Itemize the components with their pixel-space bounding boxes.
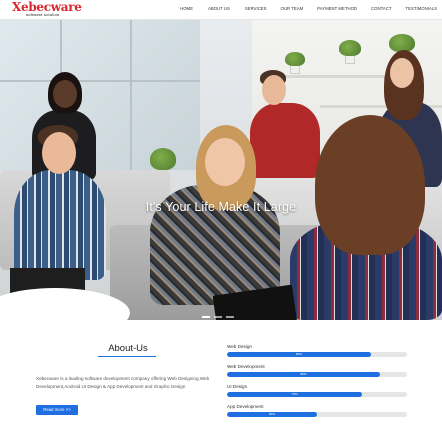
nav-item-about-us[interactable]: ABOUT US bbox=[208, 6, 230, 11]
slider-dots bbox=[202, 316, 234, 318]
nav-item-testimonials[interactable]: TESTIMONIALS bbox=[405, 6, 437, 11]
skill-item: UI Design 75% bbox=[226, 384, 408, 404]
skill-item: Web Design 80% bbox=[226, 344, 408, 364]
skill-percent-label: 50% bbox=[268, 412, 275, 416]
about-title-underline bbox=[98, 356, 156, 358]
skill-progress-track: 50% bbox=[227, 412, 407, 417]
nav-item-payment-method[interactable]: PAYMENT METHOD bbox=[317, 6, 357, 11]
about-section: About-Us Xebecware is a leading software… bbox=[0, 320, 442, 434]
skills-list: Web Design 80% Web Development 85% UI De… bbox=[226, 344, 408, 424]
skill-percent-label: 75% bbox=[291, 392, 298, 396]
about-text: Xebecware is a leading software developm… bbox=[36, 376, 210, 390]
nav-item-home[interactable]: HOME bbox=[180, 6, 193, 11]
skill-item: App Development 50% bbox=[226, 404, 408, 424]
slider-dot[interactable] bbox=[214, 316, 222, 318]
slider-dot[interactable] bbox=[202, 316, 210, 318]
main-nav: HOME ABOUT US SERVICES OUR TEAM PAYMENT … bbox=[180, 6, 437, 11]
about-title: About-Us bbox=[108, 343, 148, 354]
hero-title: It's Your Life Make It Large bbox=[145, 200, 297, 214]
skill-progress-track: 80% bbox=[227, 352, 407, 357]
nav-item-our-team[interactable]: OUR TEAM bbox=[281, 6, 304, 11]
skill-progress-track: 75% bbox=[227, 392, 407, 397]
skill-percent-label: 85% bbox=[300, 372, 307, 376]
brand-tagline: software solution bbox=[26, 12, 60, 17]
skill-progress-track: 85% bbox=[227, 372, 407, 377]
skill-item: Web Development 85% bbox=[226, 364, 408, 384]
skill-percent-label: 80% bbox=[295, 352, 302, 356]
slider-dot[interactable] bbox=[226, 316, 234, 318]
nav-item-services[interactable]: SERVICES bbox=[245, 6, 267, 11]
skill-label: Web Design bbox=[227, 344, 252, 349]
read-more-button[interactable]: Read more >> bbox=[36, 405, 78, 415]
skill-label: App Development bbox=[227, 404, 264, 409]
site-header: Xebecware software solution HOME ABOUT U… bbox=[0, 0, 442, 20]
skill-label: UI Design bbox=[227, 384, 248, 389]
hero-slider[interactable]: It's Your Life Make It Large bbox=[0, 20, 442, 320]
skill-label: Web Development bbox=[227, 364, 265, 369]
nav-item-contact[interactable]: CONTACT bbox=[371, 6, 391, 11]
